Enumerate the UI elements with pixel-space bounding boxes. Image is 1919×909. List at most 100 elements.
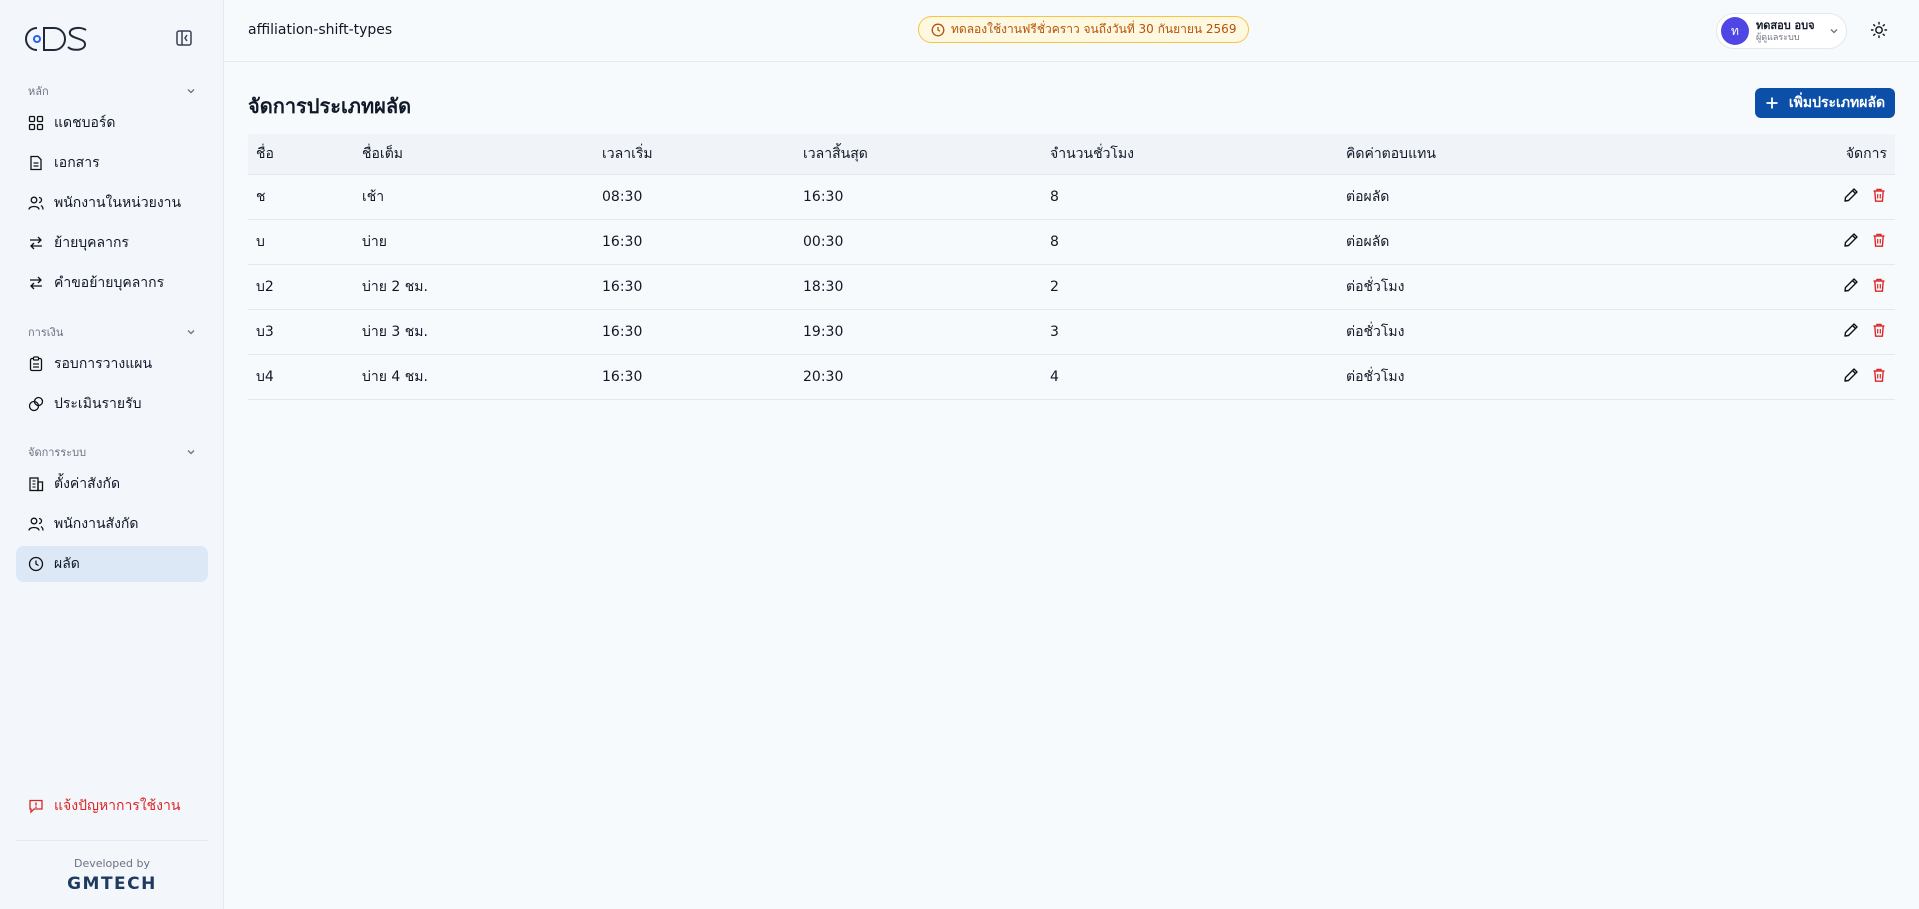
chevron-down-icon [187,330,195,335]
dashboard-icon [28,115,44,131]
sidebar-item-label: เอกสาร [54,155,100,171]
cell-short-name: บ3 [256,323,274,340]
report-icon [29,799,43,814]
user-info: ทดสอบ อบจ ผู้ดูแลระบบ [1756,19,1815,44]
trial-notice-badge: ทดลองใช้งานฟรีชั่วคราว จนถึงวันที่ 30 กั… [918,16,1250,43]
trial-notice-text: ทดลองใช้งานฟรีชั่วคราว จนถึงวันที่ 30 กั… [951,22,1237,36]
section-title: จัดการระบบ [28,446,87,459]
section-title: หลัก [28,85,49,98]
nav-section-header[interactable]: การเงิน [16,322,208,342]
users-icon [28,196,44,210]
cell-full-name: บ่าย 4 ชม. [362,368,428,385]
cell-start-time: 16:30 [602,323,643,340]
column-header-pay-basis: คิดค่าตอบแทน [1346,145,1436,162]
delete-trash-icon[interactable] [1871,232,1887,248]
theme-toggle-sun-icon[interactable] [1870,21,1888,39]
sidebar-item-label: แดชบอร์ด [54,115,116,131]
cell-pay-basis: ต่อผลัด [1346,188,1390,205]
sidebar-item-shifts[interactable]: ผลัด [16,546,208,582]
delete-trash-icon[interactable] [1871,367,1887,383]
cell-short-name: บ2 [256,278,274,295]
delete-trash-icon[interactable] [1871,322,1887,338]
sidebar-item-label: คำขอย้ายบุคลากร [54,275,165,291]
nav-section-header[interactable]: หลัก [16,81,208,101]
edit-pencil-icon[interactable] [1843,322,1859,338]
edit-pencil-icon[interactable] [1843,187,1859,203]
cell-full-name: บ่าย [362,233,387,250]
table-row: บ4 บ่าย 4 ชม. 16:30 20:30 4 ต่อชั่วโมง [248,354,1895,399]
table-header-row: ชื่อ ชื่อเต็ม เวลาเริ่ม เวลาสิ้นสุด จำนว… [248,134,1895,174]
sidebar-item-label: พนักงานในหน่วยงาน [54,195,182,211]
sidebar-item-planning-rounds[interactable]: รอบการวางแผน [16,346,208,382]
transfer-icon [30,276,42,290]
cell-hours: 4 [1050,368,1059,385]
column-header-start-time: เวลาเริ่ม [602,145,653,162]
cell-full-name: บ่าย 2 ชม. [362,278,428,295]
sidebar-item-unit-staff[interactable]: พนักงานในหน่วยงาน [16,185,208,221]
edit-pencil-icon[interactable] [1843,367,1859,383]
sidebar-item-revenue-estimate[interactable]: ประเมินรายรับ [16,386,208,422]
sidebar-item-label: ตั้งค่าสังกัด [54,476,121,492]
app-logo[interactable] [24,26,88,52]
user-menu[interactable]: ท ทดสอบ อบจ ผู้ดูแลระบบ [1716,13,1847,49]
cell-start-time: 16:30 [602,233,643,250]
top-header: affiliation-shift-types ทดลองใช้งานฟรีชั… [224,0,1919,62]
edit-pencil-icon[interactable] [1843,277,1859,293]
chevron-down-icon [1830,29,1838,34]
user-name: ทดสอบ อบจ [1756,18,1815,32]
column-header-actions: จัดการ [1845,145,1887,162]
sidebar-collapse-icon[interactable] [175,29,193,47]
ods-logo-icon [25,26,87,51]
add-shift-type-button[interactable]: เพิ่มประเภทผลัด [1755,88,1895,118]
sidebar-item-affiliation-settings[interactable]: ตั้งค่าสังกัด [16,466,208,502]
cell-start-time: 08:30 [602,188,643,205]
edit-pencil-icon[interactable] [1843,232,1859,248]
user-role: ผู้ดูแลระบบ [1756,32,1800,43]
cell-short-name: บ [256,233,265,250]
cell-actions [1718,219,1895,264]
table-row: บ2 บ่าย 2 ชม. 16:30 18:30 2 ต่อชั่วโมง [248,264,1895,309]
report-issue-link[interactable]: แจ้งปัญหาการใช้งาน [16,788,208,824]
nav-section-main: หลัก แดชบอร์ด เอกสาร พนักงานในหน่วยงาน ย… [16,81,208,301]
breadcrumb: affiliation-shift-types [248,22,393,38]
cell-end-time: 18:30 [803,278,844,295]
nav-section-header[interactable]: จัดการระบบ [16,442,208,462]
cell-end-time: 16:30 [803,188,844,205]
clock-icon [28,556,44,572]
cell-short-name: ช [256,188,266,205]
cell-full-name: เช้า [362,188,385,205]
cell-pay-basis: ต่อชั่วโมง [1346,323,1405,340]
section-title: การเงิน [28,326,64,339]
chevron-down-icon [187,89,195,94]
plus-icon [1766,97,1778,109]
page-title: จัดการประเภทผลัด [248,94,412,118]
sidebar-item-label: ย้ายบุคลากร [54,235,129,251]
sidebar-item-label: พนักงานสังกัด [54,516,139,532]
sidebar-item-transfer[interactable]: ย้ายบุคลากร [16,225,208,261]
sidebar-item-dashboard[interactable]: แดชบอร์ด [16,105,208,141]
cell-start-time: 16:30 [602,278,643,295]
delete-trash-icon[interactable] [1871,187,1887,203]
sidebar-item-affiliation-staff[interactable]: พนักงานสังกัด [16,506,208,542]
column-header-end-time: เวลาสิ้นสุด [803,145,868,162]
cell-end-time: 20:30 [803,368,844,385]
table-body: ชเช้า 08:30 16:30 8 ต่อผลัดบบ่าย 16:30 00:30 8 ต… [248,174,1895,399]
delete-trash-icon[interactable] [1871,277,1887,293]
sidebar-item-transfer-requests[interactable]: คำขอย้ายบุคลากร [16,265,208,301]
sidebar: หลัก แดชบอร์ด เอกสาร พนักงานในหน่วยงาน ย… [0,0,224,909]
transfer-icon [30,236,42,250]
chevron-down-icon [187,450,195,455]
add-button-label: เพิ่มประเภทผลัด [1788,95,1886,111]
column-header-hours: จำนวนชั่วโมง [1050,145,1135,162]
coins-icon [28,396,44,412]
developed-by-label: Developed by [73,857,151,870]
cell-hours: 8 [1050,188,1059,205]
cell-full-name: บ่าย 3 ชม. [362,323,428,340]
avatar: ท [1721,17,1749,45]
shift-types-table: ชื่อ ชื่อเต็ม เวลาเริ่ม เวลาสิ้นสุด จำนว… [248,134,1895,400]
document-icon [30,155,42,171]
sidebar-item-label: รอบการวางแผน [54,356,153,372]
sidebar-item-documents[interactable]: เอกสาร [16,145,208,181]
building-icon [29,477,44,492]
cell-pay-basis: ต่อชั่วโมง [1346,368,1405,385]
